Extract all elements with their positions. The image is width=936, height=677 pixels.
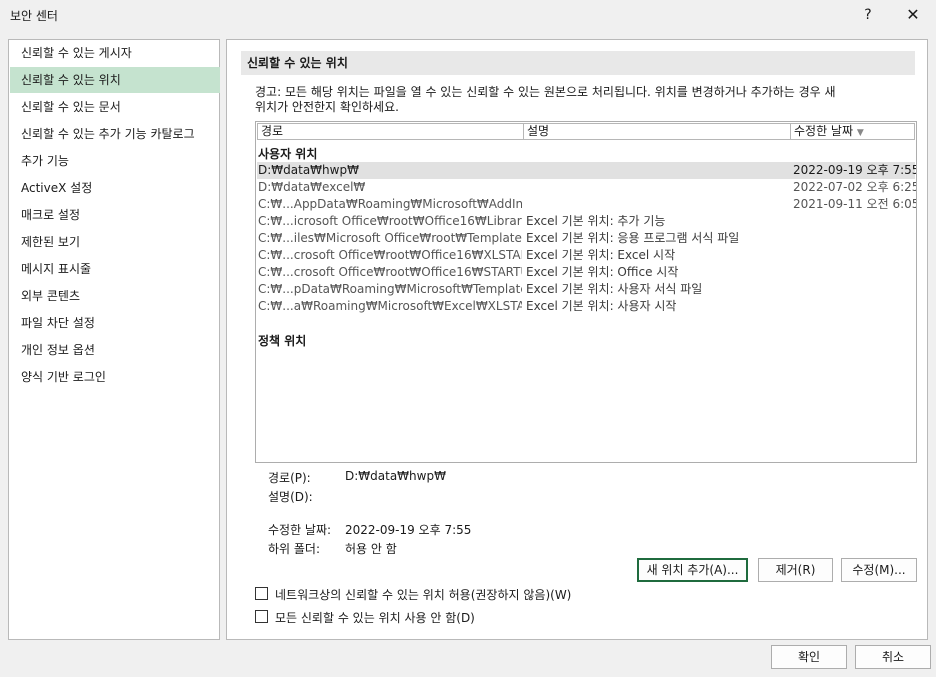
row-path: C:₩...icrosoft Office₩root₩Office16₩Libr… (258, 214, 522, 228)
sidebar-item-trusted-publishers[interactable]: 신뢰할 수 있는 게시자 (10, 40, 220, 66)
table-row[interactable]: C:₩...a₩Roaming₩Microsoft₩Excel₩XLSTART₩… (257, 298, 915, 315)
network-locations-checkbox[interactable] (255, 587, 268, 600)
table-row[interactable]: D:₩data₩hwp₩ 2022-09-19 오후 7:55 (257, 162, 917, 179)
disable-all-label[interactable]: 모든 신뢰할 수 있는 위치 사용 안 함(D) (275, 609, 475, 626)
column-header-path[interactable]: 경로 (257, 123, 524, 140)
detail-path-label: 경로(P): (268, 471, 311, 485)
row-path: C:₩...crosoft Office₩root₩Office16₩XLSTA… (258, 248, 522, 262)
table-row[interactable]: C:₩...AppData₩Roaming₩Microsoft₩AddIns₩ … (257, 196, 917, 213)
row-path: D:₩data₩excel₩ (258, 180, 366, 194)
row-date: 2022-07-02 오후 6:25 (793, 180, 917, 194)
row-path: C:₩...a₩Roaming₩Microsoft₩Excel₩XLSTART₩ (258, 299, 522, 313)
table-row[interactable]: C:₩...pData₩Roaming₩Microsoft₩Templates₩… (257, 281, 915, 298)
table-row[interactable]: C:₩...icrosoft Office₩root₩Office16₩Libr… (257, 213, 915, 230)
help-icon[interactable]: ? (853, 4, 883, 26)
locations-list[interactable]: 경로 설명 수정한 날짜 ▼ 사용자 위치 D:₩data₩hwp₩ 2022-… (255, 121, 917, 463)
sidebar-item-trusted-locations[interactable]: 신뢰할 수 있는 위치 (10, 67, 220, 93)
section-title: 신뢰할 수 있는 위치 (241, 51, 915, 75)
close-icon[interactable]: ✕ (898, 4, 928, 26)
main-panel: 신뢰할 수 있는 위치 경고: 모든 해당 위치는 파일을 열 수 있는 신뢰할… (226, 39, 928, 640)
warning-text: 경고: 모든 해당 위치는 파일을 열 수 있는 신뢰할 수 있는 원본으로 처… (255, 85, 895, 115)
detail-desc-label: 설명(D): (268, 490, 313, 504)
detail-path-value: D:₩data₩hwp₩ (345, 469, 446, 483)
row-description: Excel 기본 위치: 응용 프로그램 서식 파일 (526, 231, 740, 245)
sidebar-item-privacy[interactable]: 개인 정보 옵션 (10, 337, 220, 363)
table-row[interactable]: C:₩...crosoft Office₩root₩Office16₩XLSTA… (257, 247, 915, 264)
title-bar: 보안 센터 ? ✕ (0, 0, 936, 30)
column-header-date-label: 수정한 날짜 (794, 124, 854, 138)
trust-center-dialog: 보안 센터 ? ✕ 신뢰할 수 있는 게시자 신뢰할 수 있는 위치 신뢰할 수… (0, 0, 936, 677)
row-description: Excel 기본 위치: Office 시작 (526, 265, 679, 279)
column-header-description[interactable]: 설명 (523, 123, 791, 140)
detail-subfolder-label: 하위 폴더: (268, 542, 321, 556)
row-date: 2022-09-19 오후 7:55 (793, 163, 917, 177)
sidebar-item-file-block[interactable]: 파일 차단 설정 (10, 310, 220, 336)
detail-date-value: 2022-09-19 오후 7:55 (345, 523, 472, 537)
window-title: 보안 센터 (10, 9, 58, 23)
group-header-user: 사용자 위치 (258, 147, 318, 161)
group-header-policy: 정책 위치 (258, 334, 307, 348)
sidebar-item-external-content[interactable]: 외부 콘텐츠 (10, 283, 220, 309)
sort-down-icon: ▼ (856, 128, 864, 138)
sidebar-item-message-bar[interactable]: 메시지 표시줄 (10, 256, 220, 282)
sidebar-item-form-login[interactable]: 양식 기반 로그인 (10, 364, 220, 390)
disable-all-checkbox[interactable] (255, 610, 268, 623)
warning-line-1: 경고: 모든 해당 위치는 파일을 열 수 있는 신뢰할 수 있는 원본으로 처… (255, 85, 836, 99)
row-path: C:₩...crosoft Office₩root₩Office16₩START… (258, 265, 522, 279)
row-path: C:₩...iles₩Microsoft Office₩root₩Templat… (258, 231, 522, 245)
remove-button[interactable]: 제거(R) (758, 558, 833, 582)
sidebar-item-addins[interactable]: 추가 기능 (10, 148, 220, 174)
row-description: Excel 기본 위치: Excel 시작 (526, 248, 676, 262)
row-path: D:₩data₩hwp₩ (258, 163, 359, 177)
sidebar-item-macro[interactable]: 매크로 설정 (10, 202, 220, 228)
detail-date-label: 수정한 날짜: (268, 523, 332, 537)
warning-line-2: 위치가 안전한지 확인하세요. (255, 100, 399, 114)
detail-subfolder-value: 허용 안 함 (345, 542, 397, 556)
table-row[interactable]: D:₩data₩excel₩ 2022-07-02 오후 6:25 (257, 179, 917, 196)
row-description: Excel 기본 위치: 사용자 서식 파일 (526, 282, 703, 296)
modify-button[interactable]: 수정(M)... (841, 558, 917, 582)
add-location-button[interactable]: 새 위치 추가(A)... (637, 558, 748, 582)
row-path: C:₩...pData₩Roaming₩Microsoft₩Templates₩ (258, 282, 522, 296)
ok-button[interactable]: 확인 (771, 645, 847, 669)
cancel-button[interactable]: 취소 (855, 645, 931, 669)
sidebar-item-trusted-addin-catalogs[interactable]: 신뢰할 수 있는 추가 기능 카탈로그 (10, 121, 220, 147)
sidebar-item-protected-view[interactable]: 제한된 보기 (10, 229, 220, 255)
row-description: Excel 기본 위치: 사용자 시작 (526, 299, 677, 313)
column-header-date[interactable]: 수정한 날짜 ▼ (790, 123, 915, 140)
row-description: Excel 기본 위치: 추가 기능 (526, 214, 666, 228)
sidebar: 신뢰할 수 있는 게시자 신뢰할 수 있는 위치 신뢰할 수 있는 문서 신뢰할… (8, 39, 220, 640)
network-locations-label[interactable]: 네트워크상의 신뢰할 수 있는 위치 허용(권장하지 않음)(W) (275, 586, 571, 603)
row-date: 2021-09-11 오전 6:05 (793, 197, 917, 211)
table-row[interactable]: C:₩...iles₩Microsoft Office₩root₩Templat… (257, 230, 915, 247)
sidebar-item-activex[interactable]: ActiveX 설정 (10, 175, 220, 201)
sidebar-item-trusted-documents[interactable]: 신뢰할 수 있는 문서 (10, 94, 220, 120)
table-row[interactable]: C:₩...crosoft Office₩root₩Office16₩START… (257, 264, 915, 281)
row-path: C:₩...AppData₩Roaming₩Microsoft₩AddIns₩ (258, 197, 522, 211)
